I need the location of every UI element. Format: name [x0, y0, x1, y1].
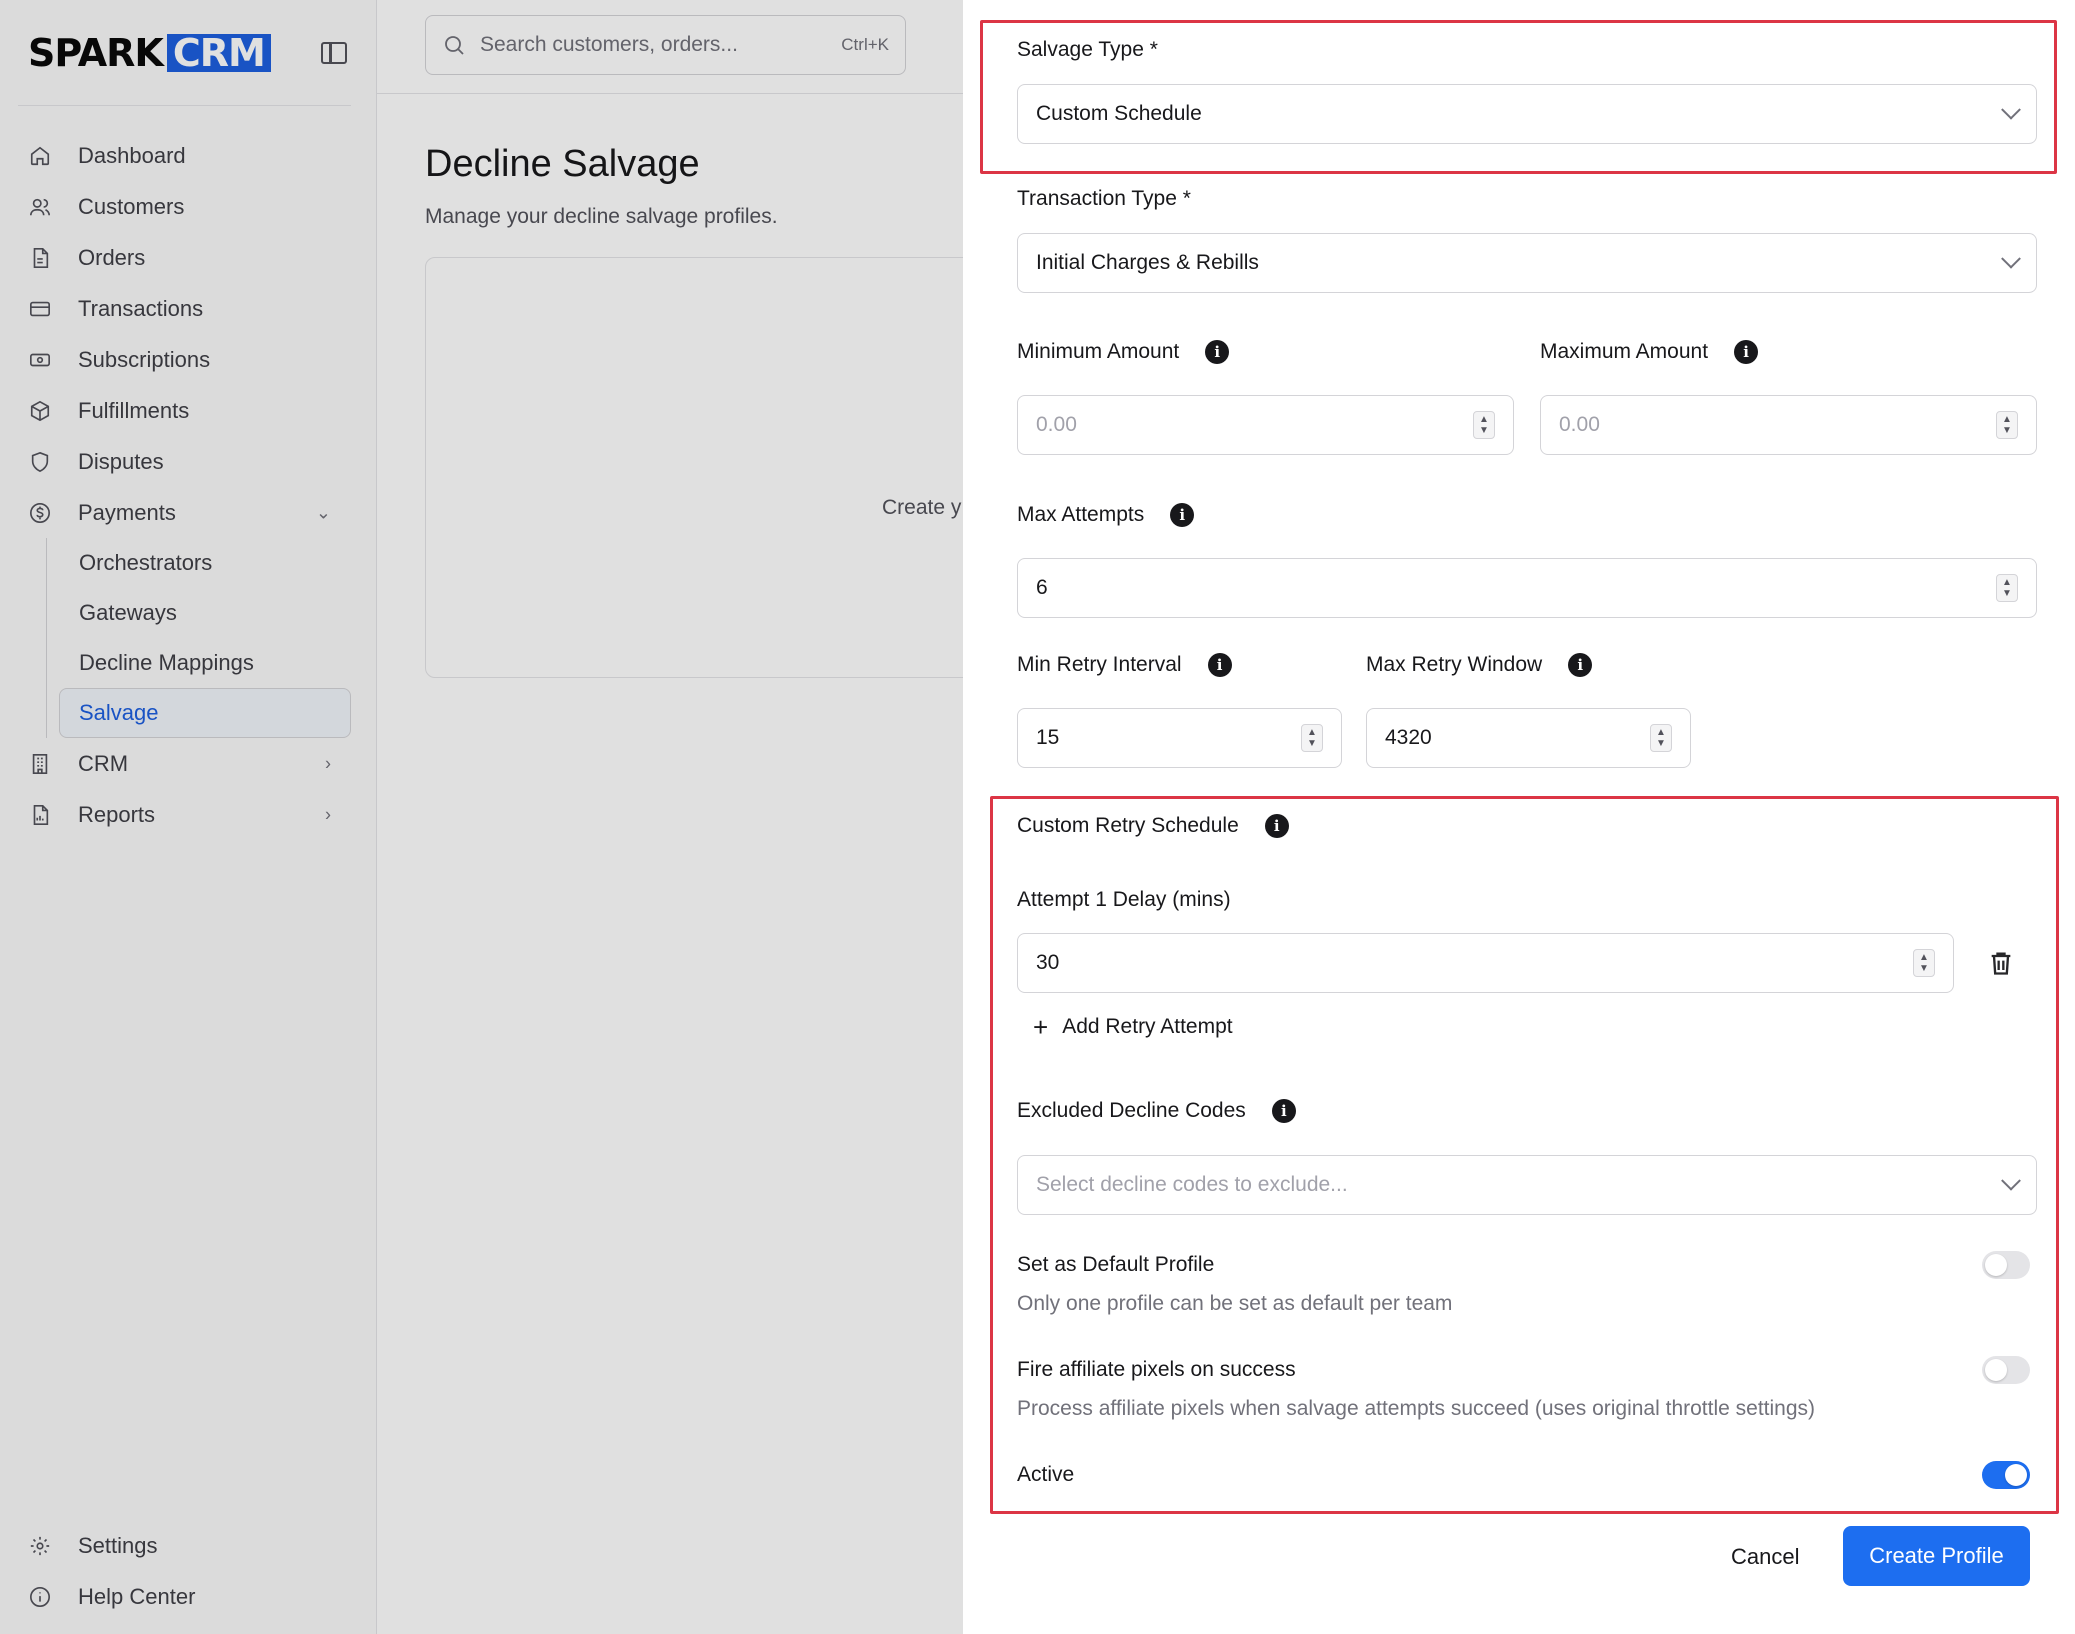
- max-retry-window-label-text: Max Retry Window: [1366, 653, 1543, 676]
- fire-pixels-description: Process affiliate pixels when salvage at…: [1017, 1397, 1816, 1420]
- transaction-type-value: Initial Charges & Rebills: [1036, 251, 1259, 274]
- excluded-decline-codes-label: Excluded Decline Codes i: [1017, 1099, 1296, 1123]
- number-stepper-icon[interactable]: ▲ ▼: [1301, 724, 1323, 752]
- default-profile-toggle[interactable]: [1982, 1251, 2030, 1279]
- create-profile-button[interactable]: Create Profile: [1843, 1526, 2030, 1586]
- chevron-down-icon: [2001, 248, 2021, 269]
- info-icon[interactable]: i: [1205, 340, 1230, 364]
- attempt-1-delay-value: 30: [1036, 951, 1060, 974]
- info-icon[interactable]: i: [1734, 340, 1759, 364]
- maximum-amount-label: Maximum Amount i: [1540, 340, 1759, 364]
- number-stepper-icon[interactable]: ▲ ▼: [1650, 724, 1672, 752]
- number-stepper-icon[interactable]: ▲ ▼: [1996, 411, 2018, 439]
- transaction-type-label: Transaction Type *: [1017, 187, 1191, 210]
- maximum-amount-input[interactable]: 0.00 ▲ ▼: [1540, 395, 2037, 455]
- max-attempts-input[interactable]: 6 ▲ ▼: [1017, 558, 2037, 618]
- info-icon[interactable]: i: [1264, 814, 1289, 838]
- excluded-decline-codes-select[interactable]: Select decline codes to exclude...: [1017, 1155, 2037, 1215]
- create-profile-panel: Salvage Type * Custom Schedule Transacti…: [963, 0, 2075, 1634]
- active-label: Active: [1017, 1463, 1075, 1486]
- excluded-decline-codes-label-text: Excluded Decline Codes: [1017, 1099, 1246, 1122]
- min-retry-interval-label: Min Retry Interval i: [1017, 653, 1232, 677]
- min-retry-interval-label-text: Min Retry Interval: [1017, 653, 1182, 676]
- minimum-amount-label-text: Minimum Amount: [1017, 340, 1180, 363]
- info-icon[interactable]: i: [1170, 503, 1195, 527]
- fire-pixels-label: Fire affiliate pixels on success: [1017, 1358, 1296, 1381]
- minimum-amount-input[interactable]: 0.00 ▲ ▼: [1017, 395, 1514, 455]
- plus-icon: +: [1033, 1012, 1049, 1042]
- number-stepper-icon[interactable]: ▲ ▼: [1996, 574, 2018, 602]
- maximum-amount-placeholder: 0.00: [1559, 413, 1600, 436]
- max-attempts-label-text: Max Attempts: [1017, 503, 1145, 526]
- max-retry-window-input[interactable]: 4320 ▲ ▼: [1366, 708, 1691, 768]
- minimum-amount-placeholder: 0.00: [1036, 413, 1077, 436]
- max-retry-window-value: 4320: [1385, 726, 1432, 749]
- add-retry-attempt-label: Add Retry Attempt: [1062, 1015, 1233, 1038]
- add-retry-attempt-button[interactable]: + Add Retry Attempt: [1033, 1014, 1233, 1040]
- default-profile-label: Set as Default Profile: [1017, 1253, 1215, 1276]
- default-profile-description: Only one profile can be set as default p…: [1017, 1292, 1453, 1315]
- transaction-type-select[interactable]: Initial Charges & Rebills: [1017, 233, 2037, 293]
- fire-pixels-toggle[interactable]: [1982, 1356, 2030, 1384]
- max-attempts-label: Max Attempts i: [1017, 503, 1195, 527]
- info-icon[interactable]: i: [1568, 653, 1593, 677]
- number-stepper-icon[interactable]: ▲ ▼: [1913, 949, 1935, 977]
- modal-overlay[interactable]: [0, 0, 963, 1634]
- attempt-1-delay-input[interactable]: 30 ▲ ▼: [1017, 933, 1954, 993]
- excluded-decline-codes-placeholder: Select decline codes to exclude...: [1036, 1173, 1348, 1196]
- attempt-1-delay-label: Attempt 1 Delay (mins): [1017, 888, 1231, 911]
- cancel-button[interactable]: Cancel: [1731, 1544, 1799, 1570]
- active-toggle[interactable]: [1982, 1461, 2030, 1489]
- minimum-amount-label: Minimum Amount i: [1017, 340, 1230, 364]
- info-icon[interactable]: i: [1207, 653, 1232, 677]
- trash-icon[interactable]: [1987, 948, 2015, 978]
- max-attempts-value: 6: [1036, 576, 1048, 599]
- custom-retry-schedule-label-text: Custom Retry Schedule: [1017, 814, 1239, 837]
- number-stepper-icon[interactable]: ▲ ▼: [1473, 411, 1495, 439]
- chevron-down-icon: [2001, 1170, 2021, 1191]
- highlight-box-salvage-type: [980, 20, 2057, 174]
- max-retry-window-label: Max Retry Window i: [1366, 653, 1593, 677]
- min-retry-interval-input[interactable]: 15 ▲ ▼: [1017, 708, 1342, 768]
- info-icon[interactable]: i: [1271, 1099, 1296, 1123]
- min-retry-interval-value: 15: [1036, 726, 1060, 749]
- maximum-amount-label-text: Maximum Amount: [1540, 340, 1709, 363]
- custom-retry-schedule-label: Custom Retry Schedule i: [1017, 814, 1289, 838]
